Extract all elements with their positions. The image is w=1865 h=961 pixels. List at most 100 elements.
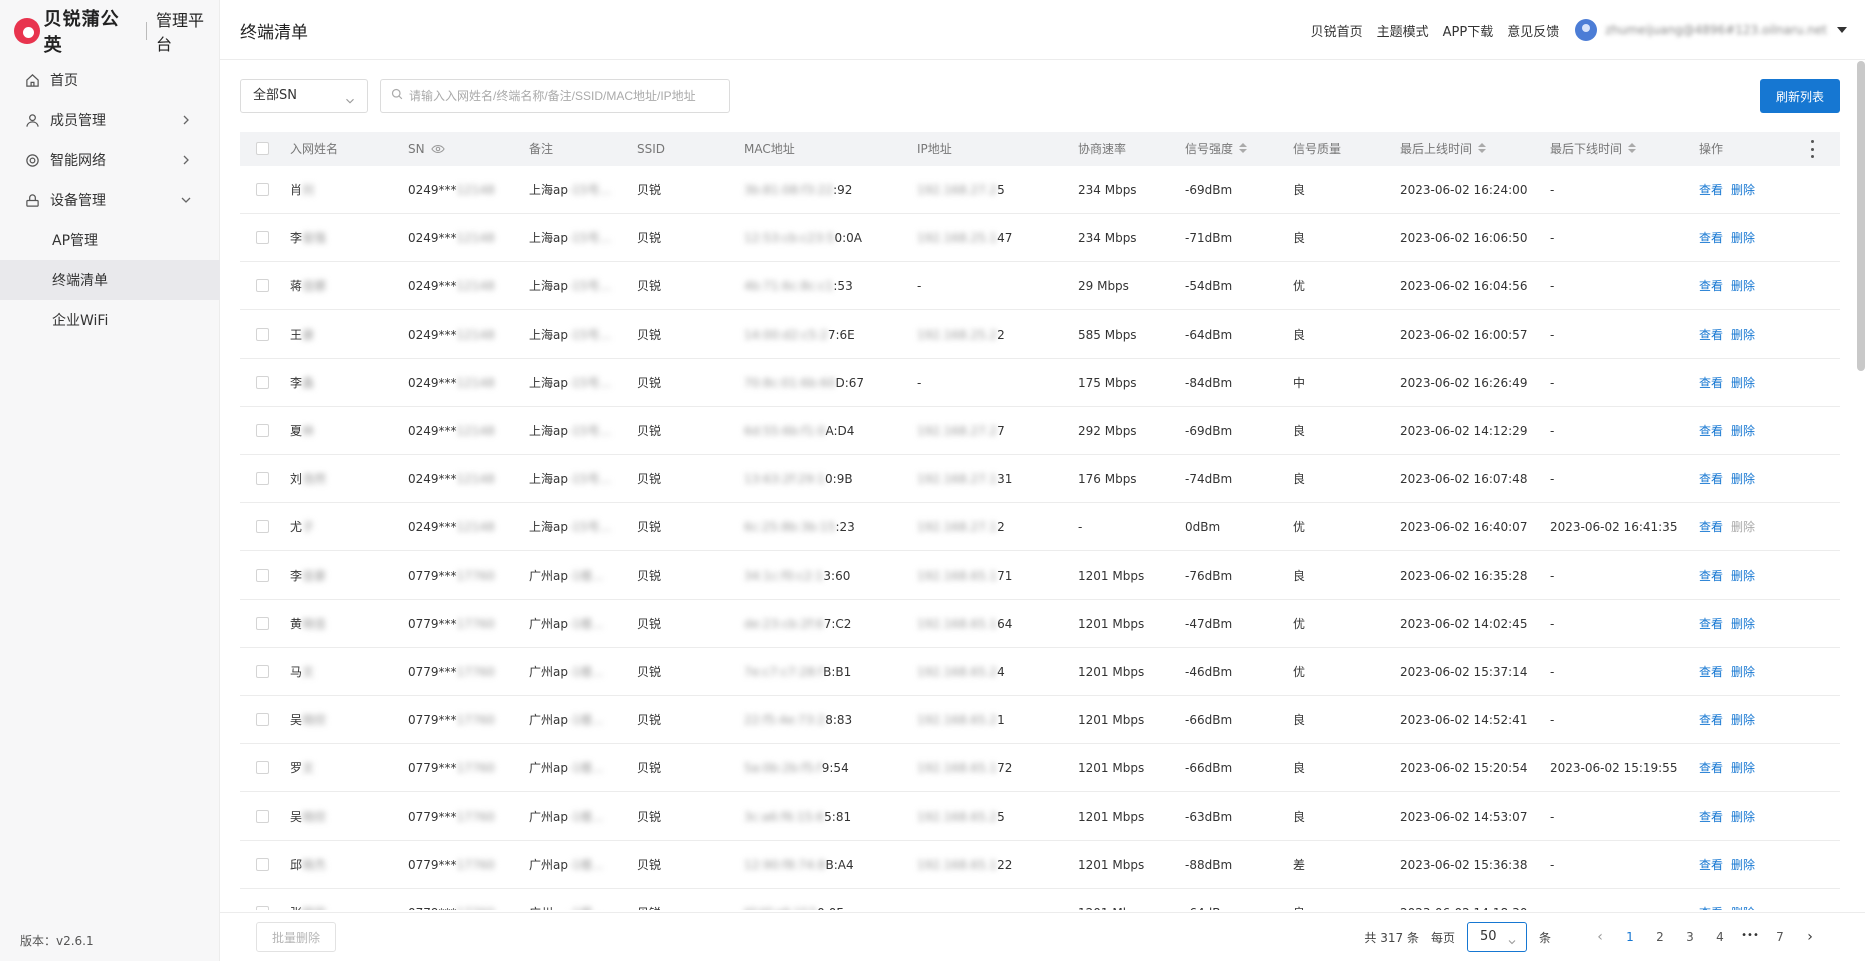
page-4[interactable]: 4 <box>1705 930 1735 944</box>
avatar[interactable] <box>1575 19 1598 41</box>
header: 终端清单 贝锐首页 主题模式 APP下载 意见反馈 zhumeijuang@48… <box>220 0 1865 60</box>
delete-link[interactable]: 删除 <box>1731 407 1755 455</box>
table-header: 入网姓名 SN 备注 SSID MAC地址 IP地址 协商速率 信号强度 信号质… <box>240 132 1840 166</box>
delete-link[interactable]: 删除 <box>1731 503 1755 551</box>
link-app-download[interactable]: APP下载 <box>1443 21 1494 40</box>
delete-link[interactable]: 删除 <box>1731 455 1755 503</box>
username[interactable]: zhumeijuang@4896#123.oilnaru.net <box>1605 23 1827 37</box>
sidebar-item-smart-network[interactable]: 智能网络 <box>0 140 220 180</box>
batch-delete-button[interactable]: 批量删除 <box>256 922 336 952</box>
row-checkbox[interactable] <box>256 520 269 534</box>
sort-icon[interactable] <box>1239 143 1248 154</box>
sidebar-item-device-management[interactable]: 设备管理 <box>0 180 220 220</box>
view-link[interactable]: 查看 <box>1699 744 1723 792</box>
page-2[interactable]: 2 <box>1645 930 1675 944</box>
delete-link[interactable]: 删除 <box>1731 359 1755 407</box>
cell-last-offline: - <box>1550 665 1555 679</box>
view-link[interactable]: 查看 <box>1699 648 1723 696</box>
view-link[interactable]: 查看 <box>1699 889 1723 910</box>
page-size-select[interactable]: 50 <box>1466 922 1527 952</box>
link-feedback[interactable]: 意见反馈 <box>1507 21 1559 40</box>
sidebar-item-ap-management[interactable]: AP管理 <box>0 220 220 260</box>
delete-link[interactable]: 删除 <box>1731 648 1755 696</box>
row-checkbox[interactable] <box>256 424 269 437</box>
page-ellipsis[interactable]: ••• <box>1735 930 1765 944</box>
row-checkbox[interactable] <box>256 375 269 389</box>
page-7[interactable]: 7 <box>1765 930 1795 944</box>
view-link[interactable]: 查看 <box>1699 552 1723 600</box>
delete-link[interactable]: 删除 <box>1731 696 1755 744</box>
row-checkbox[interactable] <box>256 568 269 582</box>
view-link[interactable]: 查看 <box>1699 455 1723 503</box>
cell-last-offline: - <box>1550 713 1555 728</box>
delete-link[interactable]: 删除 <box>1731 214 1755 262</box>
view-link[interactable]: 查看 <box>1699 359 1723 407</box>
view-link[interactable]: 查看 <box>1699 600 1723 648</box>
row-checkbox[interactable] <box>256 906 269 910</box>
view-link[interactable]: 查看 <box>1699 214 1723 262</box>
next-page-icon[interactable]: › <box>1795 929 1825 945</box>
eye-icon[interactable] <box>430 133 445 167</box>
delete-link[interactable]: 删除 <box>1731 311 1755 359</box>
sidebar-item-terminal-list[interactable]: 终端清单 <box>0 260 220 300</box>
view-link[interactable]: 查看 <box>1699 166 1723 214</box>
view-link[interactable]: 查看 <box>1699 793 1723 841</box>
sidebar-item-enterprise-wifi[interactable]: 企业WiFi <box>0 300 220 340</box>
cell-name: 肖刘 <box>290 183 315 197</box>
link-home[interactable]: 贝锐首页 <box>1311 21 1363 40</box>
col-last-offline[interactable]: 最后下线时间 <box>1550 132 1637 166</box>
col-last-online[interactable]: 最后上线时间 <box>1400 132 1487 166</box>
delete-link[interactable]: 删除 <box>1731 841 1755 889</box>
row-checkbox[interactable] <box>256 665 269 678</box>
sort-icon[interactable] <box>1478 143 1487 154</box>
sidebar-item-home[interactable]: 首页 <box>0 60 220 100</box>
row-checkbox[interactable] <box>256 231 269 245</box>
row-checkbox[interactable] <box>256 279 269 293</box>
more-vertical-icon[interactable] <box>1808 140 1816 158</box>
cell-signal: -88dBm <box>1185 857 1233 872</box>
cell-quality: 良 <box>1293 183 1306 197</box>
cell-name: 王康 <box>290 327 315 342</box>
delete-link[interactable]: 删除 <box>1731 744 1755 792</box>
search-box[interactable] <box>380 79 730 113</box>
prev-page-icon[interactable]: ‹ <box>1585 929 1615 945</box>
row-checkbox[interactable] <box>256 761 269 775</box>
refresh-list-button[interactable]: 刷新列表 <box>1760 79 1840 113</box>
view-link[interactable]: 查看 <box>1699 696 1723 744</box>
page-3[interactable]: 3 <box>1675 930 1705 944</box>
cell-signal: -66dBm <box>1185 713 1233 728</box>
caret-down-icon[interactable] <box>1837 27 1847 33</box>
delete-link[interactable]: 删除 <box>1731 889 1755 910</box>
delete-link[interactable]: 删除 <box>1731 793 1755 841</box>
delete-link[interactable]: 删除 <box>1731 552 1755 600</box>
row-checkbox[interactable] <box>256 857 269 871</box>
view-link[interactable]: 查看 <box>1699 311 1723 359</box>
row-checkbox[interactable] <box>256 183 269 196</box>
link-theme-mode[interactable]: 主题模式 <box>1377 21 1429 40</box>
sort-icon[interactable] <box>1628 143 1637 154</box>
delete-link[interactable]: 删除 <box>1731 600 1755 648</box>
row-checkbox[interactable] <box>256 809 269 823</box>
view-link[interactable]: 查看 <box>1699 407 1723 455</box>
cell-last-online: 2023-06-02 14:12:29 <box>1400 424 1528 438</box>
row-checkbox[interactable] <box>256 472 269 486</box>
view-link[interactable]: 查看 <box>1699 841 1723 889</box>
col-signal[interactable]: 信号强度 <box>1185 132 1248 166</box>
sidebar-item-members[interactable]: 成员管理 <box>0 100 220 140</box>
view-link[interactable]: 查看 <box>1699 503 1723 551</box>
row-checkbox[interactable] <box>256 327 269 341</box>
row-checkbox[interactable] <box>256 616 269 630</box>
page-1[interactable]: 1 <box>1615 930 1645 944</box>
delete-link[interactable]: 删除 <box>1731 166 1755 214</box>
delete-link[interactable]: 删除 <box>1731 262 1755 310</box>
logo[interactable]: 贝锐蒲公英 管理平台 <box>14 9 219 56</box>
col-sn[interactable]: SN <box>408 132 445 166</box>
cell-sn: 0779***17760 <box>408 713 495 728</box>
row-checkbox[interactable] <box>256 713 269 727</box>
scrollbar[interactable] <box>1857 61 1865 371</box>
brand-name: 贝锐蒲公英 <box>43 9 120 56</box>
sn-filter-select[interactable]: 全部SN <box>240 79 368 113</box>
search-input[interactable] <box>409 89 709 103</box>
select-all-checkbox[interactable] <box>256 142 269 155</box>
view-link[interactable]: 查看 <box>1699 262 1723 310</box>
